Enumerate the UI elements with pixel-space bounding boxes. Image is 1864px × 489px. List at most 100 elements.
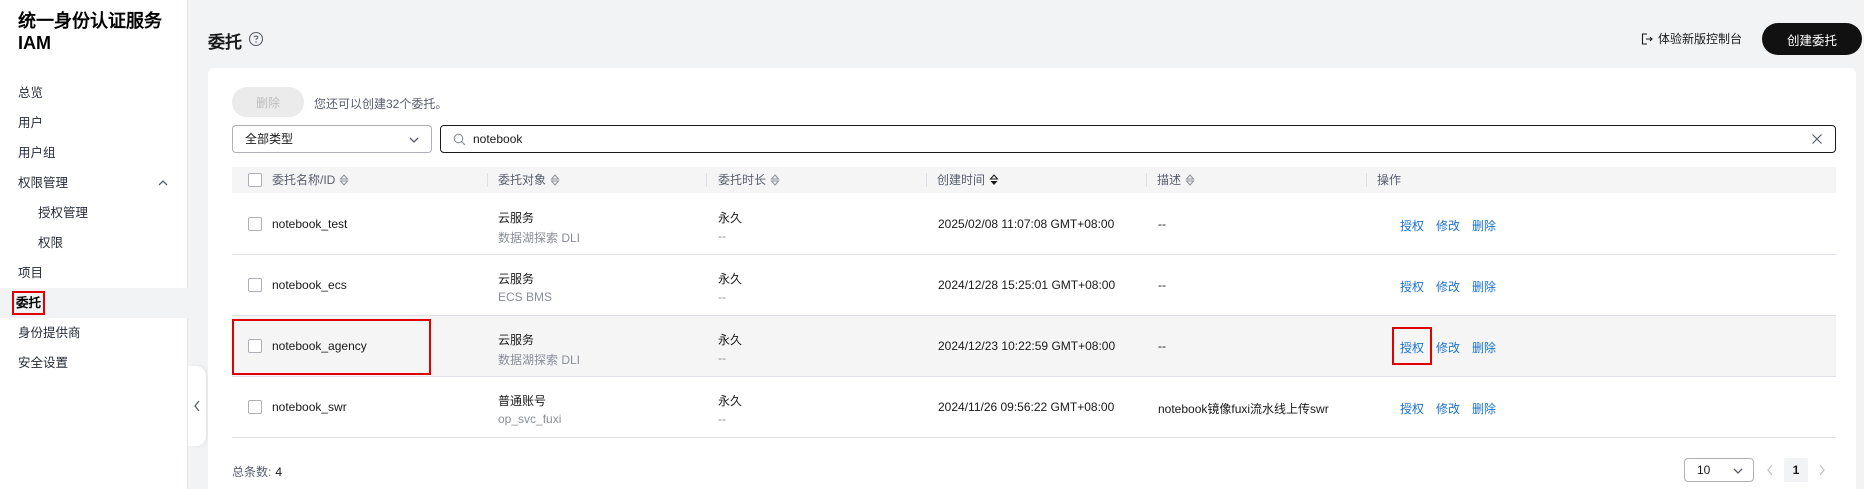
column-header-duration[interactable]: 委托时长	[718, 167, 780, 193]
chevron-down-icon	[1733, 468, 1743, 474]
sidebar-item-label: 安全设置	[18, 356, 69, 370]
modify-link[interactable]: 修改	[1436, 217, 1460, 234]
total-label: 总条数:	[232, 465, 272, 479]
sidebar-item-label: 授权管理	[38, 206, 89, 220]
sort-icon[interactable]	[770, 174, 780, 186]
agency-name-link[interactable]: notebook_test	[272, 217, 347, 231]
row-actions: 授权 修改 删除	[1400, 217, 1496, 234]
highlight-box	[232, 319, 431, 375]
row-actions: 授权 修改 删除	[1400, 400, 1496, 417]
target-type: 普通账号	[498, 394, 547, 408]
current-page[interactable]: 1	[1784, 458, 1808, 482]
column-label: 委托名称/ID	[272, 173, 336, 187]
target-detail: 数据湖探索 DLI	[498, 353, 581, 367]
sort-desc-icon[interactable]	[989, 174, 999, 186]
sidebar-item-label: 用户	[18, 116, 44, 130]
sidebar-item-permission-management[interactable]: 权限管理	[0, 168, 188, 198]
column-header-created[interactable]: 创建时间	[937, 167, 999, 193]
column-header-target[interactable]: 委托对象	[498, 167, 560, 193]
sort-icon[interactable]	[339, 174, 349, 186]
exit-icon	[1641, 32, 1653, 45]
column-label: 委托对象	[498, 173, 547, 187]
delete-link[interactable]: 删除	[1472, 217, 1496, 234]
target-cell: 云服务 数据湖探索 DLI	[498, 331, 580, 368]
sidebar-item-identity-providers[interactable]: 身份提供商	[0, 318, 188, 348]
page-size-select[interactable]: 10	[1684, 458, 1754, 482]
modify-link[interactable]: 修改	[1436, 400, 1460, 417]
sidebar-collapse-toggle[interactable]	[188, 366, 206, 446]
duration-cell: 永久 --	[718, 392, 742, 426]
column-header-actions: 操作	[1377, 167, 1401, 193]
sidebar-item-user-groups[interactable]: 用户组	[0, 138, 188, 168]
sidebar-item-overview[interactable]: 总览	[0, 78, 188, 108]
duration-value: 永久	[718, 272, 743, 286]
row-checkbox[interactable]	[248, 217, 262, 231]
page-title: 委托	[208, 33, 242, 52]
target-type: 云服务	[498, 333, 535, 347]
chevron-up-icon	[158, 180, 168, 186]
target-cell: 普通账号 op_svc_fuxi	[498, 392, 561, 426]
agency-name-link[interactable]: notebook_swr	[272, 400, 347, 414]
target-cell: 云服务 数据湖探索 DLI	[498, 209, 580, 246]
description: --	[1158, 217, 1166, 231]
sidebar-item-permissions[interactable]: 权限	[0, 228, 188, 258]
sidebar-item-authorization[interactable]: 授权管理	[0, 198, 188, 228]
delete-link[interactable]: 删除	[1472, 339, 1496, 356]
row-actions: 授权 修改 删除	[1400, 278, 1496, 295]
modify-link[interactable]: 修改	[1436, 278, 1460, 295]
sidebar-item-label: 委托	[12, 291, 46, 315]
column-label: 操作	[1377, 173, 1402, 187]
row-checkbox[interactable]	[248, 278, 262, 292]
sidebar-item-agencies[interactable]: 委托	[0, 288, 188, 318]
help-icon[interactable]	[248, 31, 264, 47]
search-icon	[453, 133, 466, 146]
sidebar: 统一身份认证服务 IAM 总览 用户 用户组 权限管理 授权管理 权限 项目 委…	[0, 0, 188, 489]
column-divider	[706, 173, 707, 187]
delete-link[interactable]: 删除	[1472, 400, 1496, 417]
table-row: notebook_test 云服务 数据湖探索 DLI 永久 -- 2025/0…	[232, 194, 1836, 255]
authorize-link[interactable]: 授权	[1400, 217, 1424, 234]
delete-link[interactable]: 删除	[1472, 278, 1496, 295]
quota-text: 您还可以创建32个委托。	[314, 97, 448, 111]
row-checkbox[interactable]	[248, 400, 262, 414]
description: notebook镜像fuxi流水线上传swr	[1158, 402, 1329, 416]
new-console-link[interactable]: 体验新版控制台	[1640, 30, 1742, 47]
modify-link[interactable]: 修改	[1436, 339, 1460, 356]
duration-cell: 永久 --	[718, 209, 742, 243]
sidebar-item-label: 权限	[38, 236, 64, 250]
agency-name-link[interactable]: notebook_ecs	[272, 278, 347, 292]
duration-cell: 永久 --	[718, 331, 742, 365]
authorize-link[interactable]: 授权	[1400, 278, 1424, 295]
sort-icon[interactable]	[1185, 174, 1195, 186]
sidebar-item-users[interactable]: 用户	[0, 108, 188, 138]
description: --	[1158, 339, 1166, 353]
authorize-link[interactable]: 授权	[1400, 400, 1424, 417]
main-panel: 删除 您还可以创建32个委托。 全部类型 委托名称/ID 委托对象 委托时长 创…	[208, 68, 1856, 489]
sidebar-item-label: 用户组	[18, 146, 56, 160]
column-label: 创建时间	[937, 173, 986, 187]
target-detail: op_svc_fuxi	[498, 412, 562, 426]
search-input[interactable]	[473, 129, 1773, 149]
duration-value: 永久	[718, 394, 743, 408]
sidebar-item-label: 总览	[18, 86, 44, 100]
duration-value: 永久	[718, 333, 743, 347]
created-time: 2024/12/28 15:25:01 GMT+08:00	[938, 278, 1116, 292]
create-agency-button[interactable]: 创建委托	[1762, 23, 1862, 55]
type-filter-select[interactable]: 全部类型	[232, 125, 432, 153]
target-cell: 云服务 ECS BMS	[498, 270, 552, 304]
duration-cell: 永久 --	[718, 270, 742, 304]
prev-page-icon[interactable]	[1766, 464, 1774, 476]
bulk-delete-button[interactable]: 删除	[232, 87, 304, 117]
next-page-icon[interactable]	[1818, 464, 1826, 476]
column-header-description[interactable]: 描述	[1157, 167, 1195, 193]
sidebar-item-security-settings[interactable]: 安全设置	[0, 348, 188, 378]
sort-icon[interactable]	[550, 174, 560, 186]
table-header: 委托名称/ID 委托对象 委托时长 创建时间 描述 操作	[232, 167, 1836, 193]
column-label: 委托时长	[718, 173, 767, 187]
chevron-down-icon	[409, 137, 419, 143]
sidebar-item-projects[interactable]: 项目	[0, 258, 188, 288]
column-header-name[interactable]: 委托名称/ID	[272, 167, 349, 193]
type-filter-value: 全部类型	[245, 132, 294, 146]
select-all-checkbox[interactable]	[248, 173, 262, 187]
close-icon[interactable]	[1811, 133, 1823, 145]
